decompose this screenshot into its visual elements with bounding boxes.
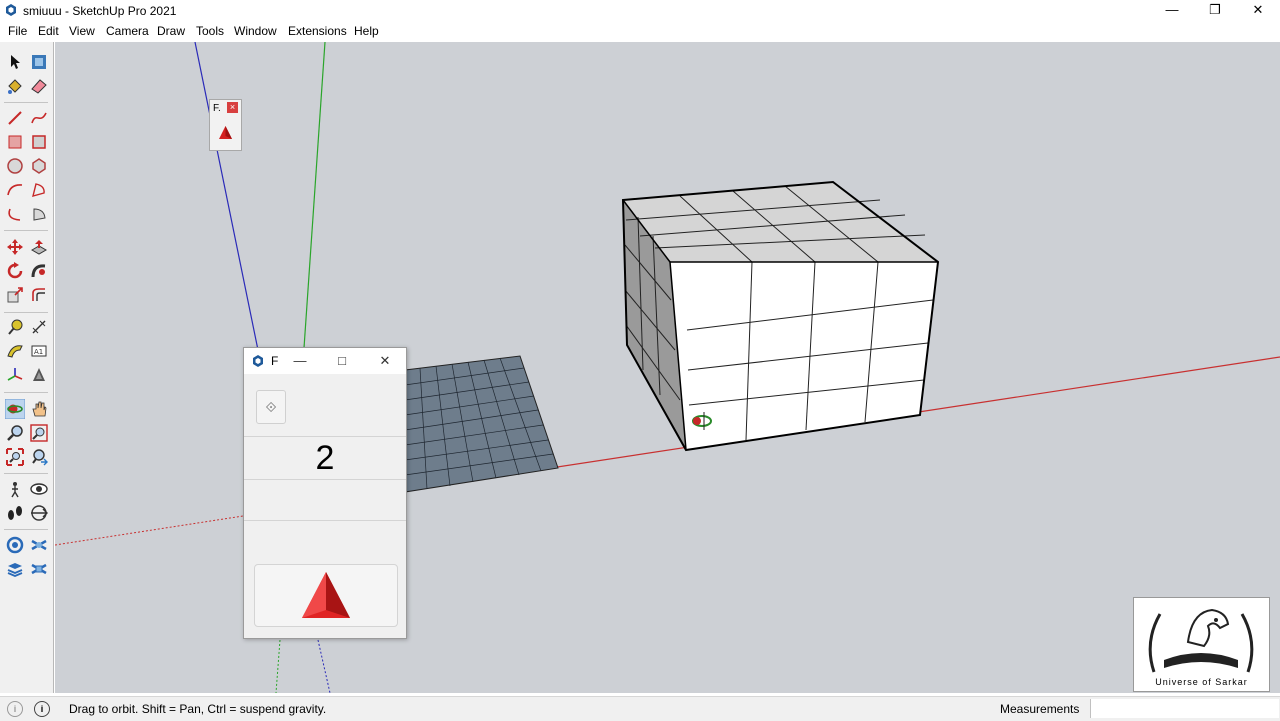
divider xyxy=(244,520,406,521)
mini-extension-panel[interactable]: F. × xyxy=(209,99,242,151)
toolbar-separator xyxy=(4,392,48,393)
menu-draw[interactable]: Draw xyxy=(157,24,185,38)
restore-button[interactable]: ❐ xyxy=(1193,0,1237,21)
title-bar: smiuuu - SketchUp Pro 2021 — ❐ ✕ xyxy=(0,0,1280,21)
menu-window[interactable]: Window xyxy=(234,24,277,38)
section-plane-icon[interactable] xyxy=(29,503,49,523)
toolbar-separator xyxy=(4,102,48,103)
orbit-icon[interactable] xyxy=(5,399,25,419)
toolbar-separator xyxy=(4,230,48,231)
plugin-maximize-button[interactable]: □ xyxy=(331,352,353,370)
menu-extensions[interactable]: Extensions xyxy=(288,24,347,38)
status-bar: i i Drag to orbit. Shift = Pan, Ctrl = s… xyxy=(0,696,1280,721)
look-around-icon[interactable] xyxy=(29,479,49,499)
toolbar-separator xyxy=(4,312,48,313)
svg-text:A1: A1 xyxy=(34,348,43,356)
plugin-dialog[interactable]: F — □ ✕ ⟐ 2 xyxy=(243,347,407,639)
diamond-spinner-icon[interactable]: ⟐ xyxy=(256,390,286,424)
geo-location-icon[interactable]: i xyxy=(7,701,23,717)
pie-icon[interactable] xyxy=(29,204,49,224)
offset-icon[interactable] xyxy=(29,285,49,305)
three-point-arc-icon[interactable] xyxy=(5,204,25,224)
toolbar-separator xyxy=(4,473,48,474)
red-pyramid-icon xyxy=(302,572,350,618)
select-icon[interactable] xyxy=(5,52,25,72)
window-title: smiuuu - SketchUp Pro 2021 xyxy=(23,4,177,18)
watermark-text: Universe of Sarkar xyxy=(1155,677,1248,687)
minimize-button[interactable]: — xyxy=(1150,0,1194,21)
push-pull-icon[interactable] xyxy=(29,237,49,257)
create-pyramid-button[interactable] xyxy=(254,564,398,627)
divider xyxy=(244,436,406,437)
text-icon[interactable]: A1 xyxy=(29,341,49,361)
tape-measure-icon[interactable] xyxy=(5,317,25,337)
eraser-icon[interactable] xyxy=(29,76,49,96)
circle-icon[interactable] xyxy=(5,156,25,176)
move-icon[interactable] xyxy=(5,237,25,257)
close-button[interactable]: ✕ xyxy=(1236,0,1280,21)
zoom-window-icon[interactable] xyxy=(29,423,49,443)
follow-me-icon[interactable] xyxy=(29,261,49,281)
sketchup-logo-icon xyxy=(253,355,263,367)
grid-plane[interactable] xyxy=(404,355,559,493)
mini-panel-close-button[interactable]: × xyxy=(227,102,238,113)
dimension-icon[interactable] xyxy=(29,317,49,337)
layout-icon[interactable] xyxy=(5,559,25,579)
line-icon[interactable] xyxy=(5,108,25,128)
position-camera-icon[interactable] xyxy=(5,479,25,499)
toolbar-separator xyxy=(4,529,48,530)
axes-icon[interactable] xyxy=(5,365,25,385)
pan-icon[interactable] xyxy=(29,399,49,419)
green-axis xyxy=(303,42,326,349)
divider xyxy=(244,479,406,480)
rotate-icon[interactable] xyxy=(5,261,25,281)
menu-camera[interactable]: Camera xyxy=(106,24,149,38)
menu-bar: File Edit View Camera Draw Tools Window … xyxy=(0,21,1280,41)
status-message: Drag to orbit. Shift = Pan, Ctrl = suspe… xyxy=(69,702,327,716)
measurements-label: Measurements xyxy=(1000,702,1080,716)
plugin-dialog-titlebar: F — □ ✕ xyxy=(244,348,406,374)
channel-watermark-logo: Universe of Sarkar xyxy=(1133,597,1270,692)
paint-bucket-icon[interactable] xyxy=(5,76,25,96)
extension-manager-icon[interactable] xyxy=(29,559,49,579)
blue-axis-dotted xyxy=(317,639,331,693)
zoom-icon[interactable] xyxy=(5,423,25,443)
arc-icon[interactable] xyxy=(5,180,25,200)
3d-text-icon[interactable] xyxy=(29,365,49,385)
zoom-extents-icon[interactable] xyxy=(5,447,25,467)
subdivided-box[interactable] xyxy=(621,180,940,452)
measurements-input[interactable] xyxy=(1090,699,1279,718)
menu-file[interactable]: File xyxy=(8,24,27,38)
red-pyramid-icon[interactable] xyxy=(218,125,233,140)
walk-icon[interactable] xyxy=(5,503,25,523)
plugin-close-button[interactable]: ✕ xyxy=(374,352,396,370)
freehand-icon[interactable] xyxy=(29,108,49,128)
two-point-arc-icon[interactable] xyxy=(29,180,49,200)
menu-help[interactable]: Help xyxy=(354,24,379,38)
make-component-icon[interactable] xyxy=(29,52,49,72)
rectangle-icon[interactable] xyxy=(5,132,25,152)
instructor-info-icon[interactable]: i xyxy=(34,701,50,717)
mini-panel-title: F. xyxy=(213,103,221,114)
sketchup-logo-icon xyxy=(6,4,16,16)
menu-tools[interactable]: Tools xyxy=(196,24,224,38)
large-tool-set: A1 xyxy=(0,42,54,693)
eagle-book-emblem-icon xyxy=(1148,608,1254,673)
menu-edit[interactable]: Edit xyxy=(38,24,59,38)
extension-warehouse-icon[interactable] xyxy=(29,535,49,555)
protractor-icon[interactable] xyxy=(5,341,25,361)
warehouse-icon[interactable] xyxy=(5,535,25,555)
scale-icon[interactable] xyxy=(5,285,25,305)
segment-count-value[interactable]: 2 xyxy=(244,438,406,478)
rotated-rectangle-icon[interactable] xyxy=(29,132,49,152)
green-axis-dotted xyxy=(275,639,281,693)
plugin-dialog-title: F xyxy=(271,354,279,368)
previous-view-icon[interactable] xyxy=(29,447,49,467)
polygon-icon[interactable] xyxy=(29,156,49,176)
red-axis-dotted xyxy=(55,515,244,546)
plugin-minimize-button[interactable]: — xyxy=(289,352,311,370)
blue-axis xyxy=(194,42,259,351)
menu-view[interactable]: View xyxy=(69,24,95,38)
